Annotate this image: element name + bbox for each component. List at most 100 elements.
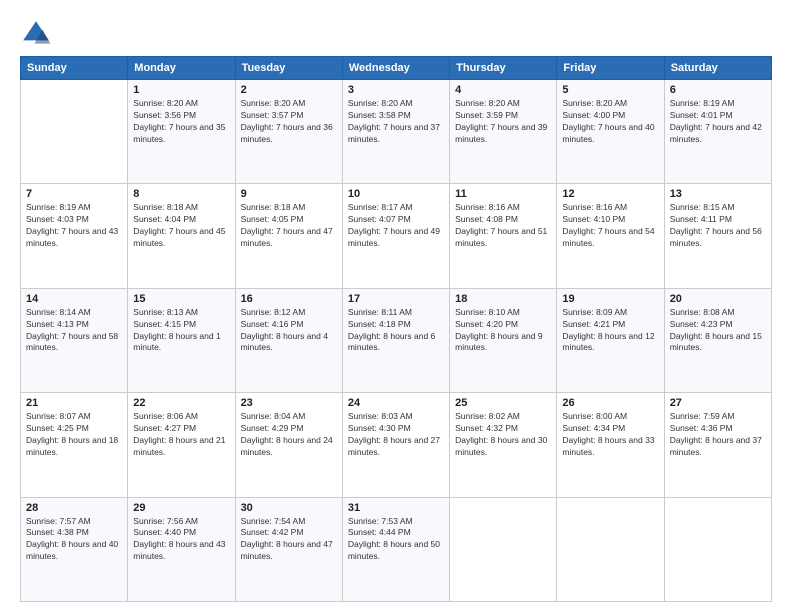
sunrise-text: Sunrise: 8:13 AM bbox=[133, 307, 198, 317]
daylight-text: Daylight: 8 hours and 27 minutes. bbox=[348, 435, 440, 457]
day-number: 12 bbox=[562, 188, 658, 200]
sunrise-text: Sunrise: 8:06 AM bbox=[133, 411, 198, 421]
sunset-text: Sunset: 3:56 PM bbox=[133, 110, 196, 120]
sunset-text: Sunset: 4:07 PM bbox=[348, 214, 411, 224]
day-number: 4 bbox=[455, 84, 551, 96]
sunrise-text: Sunrise: 7:54 AM bbox=[241, 516, 306, 526]
day-info: Sunrise: 8:16 AM Sunset: 4:08 PM Dayligh… bbox=[455, 202, 551, 250]
sunset-text: Sunset: 4:38 PM bbox=[26, 527, 89, 537]
sunrise-text: Sunrise: 8:04 AM bbox=[241, 411, 306, 421]
sunset-text: Sunset: 4:30 PM bbox=[348, 423, 411, 433]
day-info: Sunrise: 8:08 AM Sunset: 4:23 PM Dayligh… bbox=[670, 307, 766, 355]
day-info: Sunrise: 8:03 AM Sunset: 4:30 PM Dayligh… bbox=[348, 411, 444, 459]
daylight-text: Daylight: 8 hours and 6 minutes. bbox=[348, 331, 435, 353]
col-header-tuesday: Tuesday bbox=[235, 57, 342, 80]
daylight-text: Daylight: 7 hours and 42 minutes. bbox=[670, 122, 762, 144]
calendar-week-row: 21 Sunrise: 8:07 AM Sunset: 4:25 PM Dayl… bbox=[21, 393, 772, 497]
sunrise-text: Sunrise: 8:17 AM bbox=[348, 202, 413, 212]
day-info: Sunrise: 8:11 AM Sunset: 4:18 PM Dayligh… bbox=[348, 307, 444, 355]
calendar-cell: 4 Sunrise: 8:20 AM Sunset: 3:59 PM Dayli… bbox=[450, 80, 557, 184]
day-number: 24 bbox=[348, 397, 444, 409]
day-info: Sunrise: 8:18 AM Sunset: 4:05 PM Dayligh… bbox=[241, 202, 337, 250]
calendar-cell: 8 Sunrise: 8:18 AM Sunset: 4:04 PM Dayli… bbox=[128, 184, 235, 288]
daylight-text: Daylight: 8 hours and 18 minutes. bbox=[26, 435, 118, 457]
sunrise-text: Sunrise: 8:20 AM bbox=[455, 98, 520, 108]
calendar-cell: 12 Sunrise: 8:16 AM Sunset: 4:10 PM Dayl… bbox=[557, 184, 664, 288]
sunrise-text: Sunrise: 7:53 AM bbox=[348, 516, 413, 526]
sunrise-text: Sunrise: 8:20 AM bbox=[241, 98, 306, 108]
sunrise-text: Sunrise: 8:18 AM bbox=[133, 202, 198, 212]
day-number: 21 bbox=[26, 397, 122, 409]
sunset-text: Sunset: 4:21 PM bbox=[562, 319, 625, 329]
calendar-cell: 29 Sunrise: 7:56 AM Sunset: 4:40 PM Dayl… bbox=[128, 497, 235, 601]
calendar-week-row: 1 Sunrise: 8:20 AM Sunset: 3:56 PM Dayli… bbox=[21, 80, 772, 184]
calendar-cell: 31 Sunrise: 7:53 AM Sunset: 4:44 PM Dayl… bbox=[342, 497, 449, 601]
calendar-cell: 27 Sunrise: 7:59 AM Sunset: 4:36 PM Dayl… bbox=[664, 393, 771, 497]
day-info: Sunrise: 8:00 AM Sunset: 4:34 PM Dayligh… bbox=[562, 411, 658, 459]
day-number: 27 bbox=[670, 397, 766, 409]
daylight-text: Daylight: 8 hours and 40 minutes. bbox=[26, 539, 118, 561]
daylight-text: Daylight: 7 hours and 40 minutes. bbox=[562, 122, 654, 144]
calendar-cell: 30 Sunrise: 7:54 AM Sunset: 4:42 PM Dayl… bbox=[235, 497, 342, 601]
calendar-cell: 9 Sunrise: 8:18 AM Sunset: 4:05 PM Dayli… bbox=[235, 184, 342, 288]
calendar-cell: 16 Sunrise: 8:12 AM Sunset: 4:16 PM Dayl… bbox=[235, 288, 342, 392]
sunset-text: Sunset: 4:36 PM bbox=[670, 423, 733, 433]
sunrise-text: Sunrise: 7:59 AM bbox=[670, 411, 735, 421]
daylight-text: Daylight: 7 hours and 39 minutes. bbox=[455, 122, 547, 144]
calendar-cell: 15 Sunrise: 8:13 AM Sunset: 4:15 PM Dayl… bbox=[128, 288, 235, 392]
day-number: 20 bbox=[670, 293, 766, 305]
day-number: 8 bbox=[133, 188, 229, 200]
calendar-cell: 22 Sunrise: 8:06 AM Sunset: 4:27 PM Dayl… bbox=[128, 393, 235, 497]
calendar-cell: 1 Sunrise: 8:20 AM Sunset: 3:56 PM Dayli… bbox=[128, 80, 235, 184]
sunset-text: Sunset: 4:16 PM bbox=[241, 319, 304, 329]
sunset-text: Sunset: 4:01 PM bbox=[670, 110, 733, 120]
sunset-text: Sunset: 4:44 PM bbox=[348, 527, 411, 537]
day-number: 11 bbox=[455, 188, 551, 200]
day-number: 30 bbox=[241, 502, 337, 514]
day-number: 17 bbox=[348, 293, 444, 305]
col-header-sunday: Sunday bbox=[21, 57, 128, 80]
sunrise-text: Sunrise: 8:12 AM bbox=[241, 307, 306, 317]
daylight-text: Daylight: 8 hours and 4 minutes. bbox=[241, 331, 328, 353]
day-number: 1 bbox=[133, 84, 229, 96]
sunset-text: Sunset: 4:42 PM bbox=[241, 527, 304, 537]
day-number: 16 bbox=[241, 293, 337, 305]
sunset-text: Sunset: 4:08 PM bbox=[455, 214, 518, 224]
day-info: Sunrise: 8:07 AM Sunset: 4:25 PM Dayligh… bbox=[26, 411, 122, 459]
sunset-text: Sunset: 4:20 PM bbox=[455, 319, 518, 329]
calendar-cell: 21 Sunrise: 8:07 AM Sunset: 4:25 PM Dayl… bbox=[21, 393, 128, 497]
calendar-cell: 26 Sunrise: 8:00 AM Sunset: 4:34 PM Dayl… bbox=[557, 393, 664, 497]
day-number: 7 bbox=[26, 188, 122, 200]
calendar-cell: 5 Sunrise: 8:20 AM Sunset: 4:00 PM Dayli… bbox=[557, 80, 664, 184]
day-number: 13 bbox=[670, 188, 766, 200]
day-info: Sunrise: 7:53 AM Sunset: 4:44 PM Dayligh… bbox=[348, 516, 444, 564]
day-info: Sunrise: 8:20 AM Sunset: 4:00 PM Dayligh… bbox=[562, 98, 658, 146]
sunset-text: Sunset: 3:58 PM bbox=[348, 110, 411, 120]
day-info: Sunrise: 8:20 AM Sunset: 3:58 PM Dayligh… bbox=[348, 98, 444, 146]
daylight-text: Daylight: 8 hours and 1 minute. bbox=[133, 331, 220, 353]
day-info: Sunrise: 8:19 AM Sunset: 4:03 PM Dayligh… bbox=[26, 202, 122, 250]
daylight-text: Daylight: 8 hours and 43 minutes. bbox=[133, 539, 225, 561]
daylight-text: Daylight: 7 hours and 43 minutes. bbox=[26, 226, 118, 248]
calendar-cell: 24 Sunrise: 8:03 AM Sunset: 4:30 PM Dayl… bbox=[342, 393, 449, 497]
sunrise-text: Sunrise: 8:20 AM bbox=[133, 98, 198, 108]
day-number: 3 bbox=[348, 84, 444, 96]
day-number: 9 bbox=[241, 188, 337, 200]
day-number: 29 bbox=[133, 502, 229, 514]
col-header-saturday: Saturday bbox=[664, 57, 771, 80]
day-info: Sunrise: 8:02 AM Sunset: 4:32 PM Dayligh… bbox=[455, 411, 551, 459]
daylight-text: Daylight: 8 hours and 9 minutes. bbox=[455, 331, 542, 353]
sunrise-text: Sunrise: 8:02 AM bbox=[455, 411, 520, 421]
calendar-cell: 11 Sunrise: 8:16 AM Sunset: 4:08 PM Dayl… bbox=[450, 184, 557, 288]
calendar-cell: 7 Sunrise: 8:19 AM Sunset: 4:03 PM Dayli… bbox=[21, 184, 128, 288]
calendar-cell bbox=[450, 497, 557, 601]
daylight-text: Daylight: 7 hours and 35 minutes. bbox=[133, 122, 225, 144]
calendar-cell bbox=[557, 497, 664, 601]
sunrise-text: Sunrise: 8:07 AM bbox=[26, 411, 91, 421]
day-number: 14 bbox=[26, 293, 122, 305]
daylight-text: Daylight: 8 hours and 33 minutes. bbox=[562, 435, 654, 457]
sunset-text: Sunset: 4:05 PM bbox=[241, 214, 304, 224]
calendar-cell: 23 Sunrise: 8:04 AM Sunset: 4:29 PM Dayl… bbox=[235, 393, 342, 497]
col-header-monday: Monday bbox=[128, 57, 235, 80]
daylight-text: Daylight: 8 hours and 24 minutes. bbox=[241, 435, 333, 457]
